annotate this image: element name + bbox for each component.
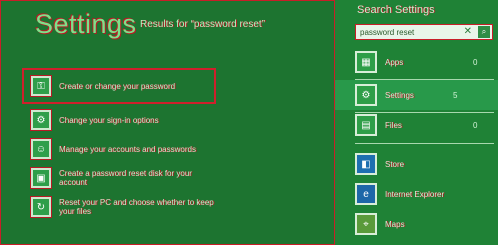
result-text: Reset your PC and choose whether to keep…	[59, 198, 214, 216]
result-text: Manage your accounts and passwords	[59, 144, 196, 154]
key-icon: ⚿	[31, 76, 51, 96]
divider	[355, 143, 494, 144]
category-count: 5	[453, 90, 458, 100]
result-text: Create a password reset disk for your ac…	[59, 169, 192, 187]
app-store[interactable]: ◧ Store	[355, 152, 404, 176]
app-label: Internet Explorer	[385, 189, 445, 199]
page-title: Settings	[35, 9, 137, 39]
result-item-create-password[interactable]: ⚿ Create or change your password	[22, 68, 216, 104]
result-item-reset-pc[interactable]: ↻ Reset your PC and choose whether to ke…	[21, 194, 321, 220]
search-icon[interactable]: ⌕	[478, 26, 490, 38]
result-item-manage-accounts[interactable]: ☺ Manage your accounts and passwords	[21, 136, 321, 162]
store-icon: ◧	[355, 153, 377, 175]
search-pane: Search Settings ✕ ⌕ ▦ Apps 0 ⚙ Settings …	[335, 0, 498, 245]
category-files[interactable]: ▤ Files 0	[355, 113, 477, 137]
reset-icon: ↻	[31, 197, 51, 217]
files-icon: ▤	[355, 114, 377, 136]
maps-icon: ⌖	[355, 213, 377, 235]
category-label: Files	[385, 120, 402, 130]
results-pane: Settings Results for “password reset” ⚿ …	[0, 0, 335, 245]
search-settings-screen: Settings Results for “password reset” ⚿ …	[0, 0, 498, 245]
ie-icon: e	[355, 183, 377, 205]
category-count: 0	[473, 57, 478, 67]
results-list: ⚿ Create or change your password ⚙ Chang…	[21, 68, 321, 223]
app-internet-explorer[interactable]: e Internet Explorer	[355, 182, 444, 206]
result-item-reset-disk[interactable]: ▣ Create a password reset disk for your …	[21, 165, 321, 191]
result-text: Create or change your password	[59, 81, 176, 91]
category-label: Settings	[385, 90, 414, 100]
app-label: Maps	[385, 219, 405, 229]
disk-icon: ▣	[31, 168, 51, 188]
results-for-label: Results for “password reset”	[140, 19, 266, 30]
category-label: Apps	[385, 57, 404, 67]
search-input[interactable]	[360, 26, 456, 38]
clear-icon[interactable]: ✕	[464, 26, 472, 38]
search-box[interactable]: ✕ ⌕	[355, 24, 493, 40]
category-count: 0	[473, 120, 478, 130]
result-item-signin-options[interactable]: ⚙ Change your sign-in options	[21, 107, 321, 133]
apps-icon: ▦	[355, 51, 377, 73]
search-pane-header: Search Settings	[357, 4, 435, 16]
category-apps[interactable]: ▦ Apps 0	[355, 50, 477, 74]
gear-icon: ⚙	[31, 110, 51, 130]
result-text: Change your sign-in options	[59, 115, 159, 125]
person-icon: ☺	[31, 139, 51, 159]
settings-icon: ⚙	[355, 84, 377, 106]
app-label: Store	[385, 159, 405, 169]
category-settings[interactable]: ⚙ Settings 5	[335, 80, 498, 110]
app-maps[interactable]: ⌖ Maps	[355, 212, 405, 236]
